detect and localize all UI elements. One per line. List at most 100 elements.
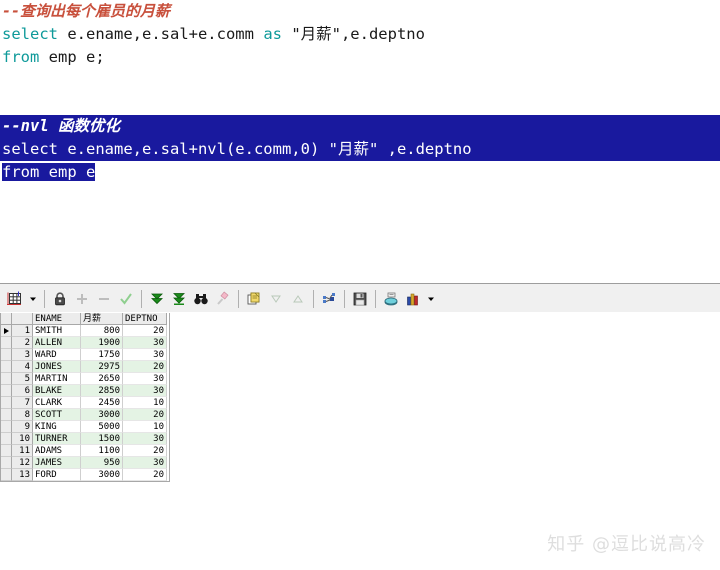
- cell-deptno[interactable]: 10: [123, 397, 167, 409]
- cell-salary[interactable]: 950: [81, 457, 123, 469]
- cell-ename[interactable]: WARD: [33, 349, 81, 361]
- minus-icon[interactable]: [93, 288, 115, 310]
- plus-icon[interactable]: [71, 288, 93, 310]
- plug-connection-icon[interactable]: [318, 288, 340, 310]
- table-row[interactable]: 12 JAMES 950 30: [1, 457, 169, 469]
- cell-ename[interactable]: SMITH: [33, 325, 81, 337]
- cell-salary[interactable]: 1500: [81, 433, 123, 445]
- row-number: 2: [12, 337, 33, 349]
- table-row[interactable]: 3 WARD 1750 30: [1, 349, 169, 361]
- table-row[interactable]: 2 ALLEN 1900 30: [1, 337, 169, 349]
- cell-ename[interactable]: ADAMS: [33, 445, 81, 457]
- grid-header-ename[interactable]: ENAME: [33, 313, 81, 325]
- row-number: 8: [12, 409, 33, 421]
- sort-descending-icon[interactable]: [265, 288, 287, 310]
- cell-salary[interactable]: 1900: [81, 337, 123, 349]
- cell-salary[interactable]: 2650: [81, 373, 123, 385]
- cell-ename[interactable]: MARTIN: [33, 373, 81, 385]
- cell-deptno[interactable]: 30: [123, 373, 167, 385]
- sql-comment-line-1: --查询出每个雇员的月薪: [2, 2, 171, 20]
- sort-ascending-icon[interactable]: [287, 288, 309, 310]
- grid-header-row: ENAME 月薪 DEPTNO: [1, 313, 169, 325]
- cell-ename[interactable]: SCOTT: [33, 409, 81, 421]
- results-toolbar[interactable]: [0, 286, 720, 312]
- table-row[interactable]: 5 MARTIN 2650 30: [1, 373, 169, 385]
- binoculars-icon[interactable]: [190, 288, 212, 310]
- save-disk-icon[interactable]: [349, 288, 371, 310]
- cell-ename[interactable]: KING: [33, 421, 81, 433]
- cell-deptno[interactable]: 30: [123, 457, 167, 469]
- cell-ename[interactable]: BLAKE: [33, 385, 81, 397]
- row-marker: [1, 457, 12, 469]
- sql-code-line-1: select e.ename,e.sal+e.comm as "月薪",e.de…: [0, 23, 720, 46]
- cell-deptno[interactable]: 20: [123, 469, 167, 481]
- cell-deptno[interactable]: 30: [123, 433, 167, 445]
- table-row[interactable]: 6 BLAKE 2850 30: [1, 385, 169, 397]
- cell-salary[interactable]: 2975: [81, 361, 123, 373]
- cell-deptno[interactable]: 30: [123, 337, 167, 349]
- cell-deptno[interactable]: 20: [123, 325, 167, 337]
- eraser-icon[interactable]: [212, 288, 234, 310]
- table-row[interactable]: 4 JONES 2975 20: [1, 361, 169, 373]
- table-row[interactable]: 1 SMITH 800 20: [1, 325, 169, 337]
- grid-header-salary[interactable]: 月薪: [81, 313, 123, 325]
- sql-code-line-4: from emp e: [0, 161, 720, 184]
- grid-header-deptno[interactable]: DEPTNO: [123, 313, 167, 325]
- grid-header-marker: [1, 313, 12, 325]
- cell-ename[interactable]: CLARK: [33, 397, 81, 409]
- toolbar-separator-4: [313, 290, 314, 308]
- table-row[interactable]: 9 KING 5000 10: [1, 421, 169, 433]
- cell-deptno[interactable]: 10: [123, 421, 167, 433]
- cell-ename[interactable]: ALLEN: [33, 337, 81, 349]
- cell-deptno[interactable]: 20: [123, 361, 167, 373]
- cell-salary[interactable]: 1100: [81, 445, 123, 457]
- cell-salary[interactable]: 5000: [81, 421, 123, 433]
- sql-selected-text: from emp e: [2, 163, 96, 181]
- sql-text-3: emp e;: [39, 48, 105, 66]
- table-row[interactable]: 8 SCOTT 3000 20: [1, 409, 169, 421]
- cell-salary[interactable]: 800: [81, 325, 123, 337]
- cell-deptno[interactable]: 20: [123, 445, 167, 457]
- cell-ename[interactable]: FORD: [33, 469, 81, 481]
- toolbar-separator-3: [238, 290, 239, 308]
- grid-layout-icon[interactable]: [4, 288, 26, 310]
- cell-salary[interactable]: 3000: [81, 409, 123, 421]
- row-number: 6: [12, 385, 33, 397]
- chevron-down-icon-2[interactable]: [424, 288, 438, 310]
- grid-header-rownum: [12, 313, 33, 325]
- sql-editor[interactable]: --查询出每个雇员的月薪 select e.ename,e.sal+e.comm…: [0, 0, 720, 283]
- row-number: 11: [12, 445, 33, 457]
- table-row[interactable]: 13 FORD 3000 20: [1, 469, 169, 481]
- fetch-next-page-icon[interactable]: [146, 288, 168, 310]
- check-icon[interactable]: [115, 288, 137, 310]
- cell-ename[interactable]: JAMES: [33, 457, 81, 469]
- cell-deptno[interactable]: 30: [123, 385, 167, 397]
- export-data-icon[interactable]: [380, 288, 402, 310]
- watermark: 知乎 @逗比说高冷: [547, 534, 706, 555]
- cell-deptno[interactable]: 20: [123, 409, 167, 421]
- cell-ename[interactable]: TURNER: [33, 433, 81, 445]
- sql-code-line-2: from emp e;: [0, 46, 720, 69]
- row-marker: [1, 433, 12, 445]
- fetch-last-page-icon[interactable]: [168, 288, 190, 310]
- result-grid[interactable]: ENAME 月薪 DEPTNO 1 SMITH 800 20 2 ALLEN 1900 30 3…: [0, 313, 170, 482]
- cell-salary[interactable]: 2850: [81, 385, 123, 397]
- table-row[interactable]: 7 CLARK 2450 10: [1, 397, 169, 409]
- table-row[interactable]: 11 ADAMS 1100 20: [1, 445, 169, 457]
- cell-deptno[interactable]: 30: [123, 349, 167, 361]
- row-marker: [1, 385, 12, 397]
- chevron-down-icon[interactable]: [26, 288, 40, 310]
- cell-salary[interactable]: 3000: [81, 469, 123, 481]
- lock-icon[interactable]: [49, 288, 71, 310]
- table-row[interactable]: 10 TURNER 1500 30: [1, 433, 169, 445]
- sql-keyword-as: as: [263, 25, 282, 43]
- copy-to-clipboard-icon[interactable]: [243, 288, 265, 310]
- row-marker: [1, 361, 12, 373]
- cell-salary[interactable]: 2450: [81, 397, 123, 409]
- cell-salary[interactable]: 1750: [81, 349, 123, 361]
- current-row-marker-icon: [1, 325, 12, 337]
- sql-code-line-3: select e.ename,e.sal+nvl(e.comm,0) "月薪" …: [0, 138, 720, 161]
- sql-keyword-from: from: [2, 48, 40, 66]
- cell-ename[interactable]: JONES: [33, 361, 81, 373]
- chart-icon[interactable]: [402, 288, 424, 310]
